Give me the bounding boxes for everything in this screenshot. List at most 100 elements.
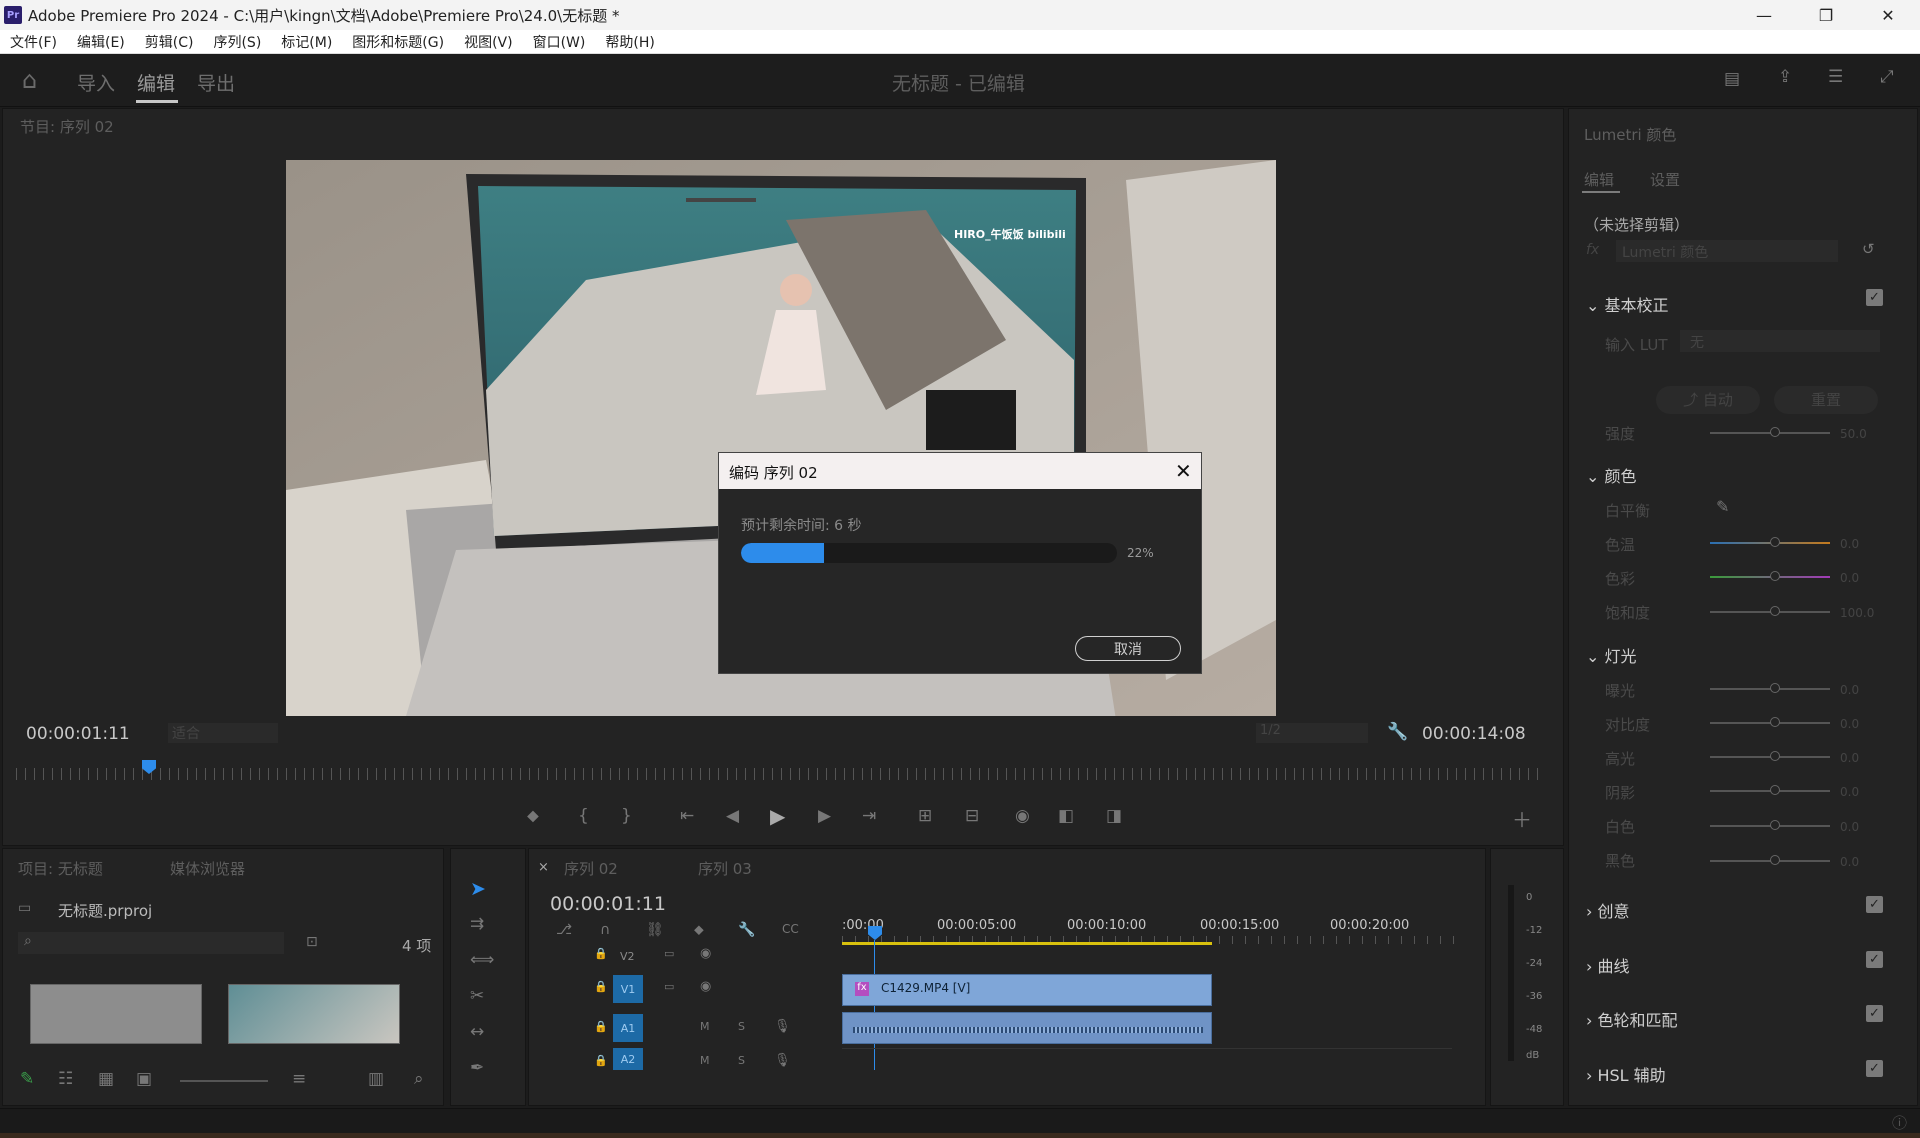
curves-section[interactable]: › 曲线 [1586,953,1630,977]
lock-a1-icon[interactable]: 🔒 [594,1020,608,1033]
menu-help[interactable]: 帮助(H) [605,32,654,52]
play-icon[interactable]: ▶ [770,804,785,828]
hsl-section[interactable]: › HSL 辅助 [1586,1062,1666,1086]
step-forward-icon[interactable]: ▶ [818,806,831,826]
share-icon[interactable]: ⇪ [1778,67,1792,87]
light-section[interactable]: ⌄ 灯光 [1586,643,1637,667]
tab-sequence-02[interactable]: 序列 02 [564,858,618,879]
add-marker-icon[interactable]: ⬥ [527,806,539,826]
captions-icon[interactable]: CC [782,922,799,936]
menu-markers[interactable]: 标记(M) [281,32,332,52]
menu-edit[interactable]: 编辑(E) [77,32,125,52]
close-window-button[interactable]: ✕ [1858,0,1918,30]
eye-v2-icon[interactable]: ◉ [700,946,711,961]
camera-icon[interactable]: ◉ [1015,806,1030,826]
pencil-icon[interactable]: ✎ [20,1069,34,1089]
menu-view[interactable]: 视图(V) [464,32,513,52]
find-icon[interactable]: ⌕ [414,1069,424,1089]
effect-dropdown[interactable]: Lumetri 颜色 [1616,240,1838,262]
step-back-icon[interactable]: ◀ [726,806,739,826]
menu-window[interactable]: 窗口(W) [533,32,586,52]
lock-v1-icon[interactable]: 🔒 [594,980,608,993]
cancel-button[interactable]: 取消 [1075,636,1181,661]
project-search-input[interactable] [18,932,284,954]
info-icon[interactable]: ⓘ [1892,1112,1907,1133]
blacks-value[interactable]: 0.0 [1840,855,1859,869]
reset-button[interactable]: 重置 [1774,386,1878,414]
new-bin-icon[interactable]: ⊡ [306,934,318,950]
slip-tool-icon[interactable]: ↔ [470,1022,484,1042]
curves-checkbox[interactable]: ✓ [1866,951,1883,968]
contrast-value[interactable]: 0.0 [1840,717,1859,731]
mark-in-icon[interactable]: { [578,806,589,826]
multi-camera-icon[interactable]: ◨ [1106,806,1122,826]
exposure-value[interactable]: 0.0 [1840,683,1859,697]
sync-v2-icon[interactable]: ▭ [664,947,674,960]
timeline-current-time[interactable]: 00:00:01:11 [550,893,666,915]
color-wheels-section[interactable]: › 色轮和匹配 [1586,1007,1678,1031]
lumetri-tab-edit[interactable]: 编辑 [1584,169,1614,190]
track-label-v1[interactable]: V1 [613,975,643,1003]
reset-effect-icon[interactable]: ↺ [1862,240,1875,258]
mute-a2-icon[interactable]: M [700,1054,710,1067]
lut-dropdown[interactable]: 无 [1680,330,1880,352]
color-section[interactable]: ⌄ 颜色 [1586,463,1637,487]
tab-project[interactable]: 项目: 无标题 [18,858,103,879]
lumetri-tab-settings[interactable]: 设置 [1650,169,1680,190]
solo-a2-icon[interactable]: S [738,1054,745,1067]
linked-selection-icon[interactable]: ⛓ [646,922,664,938]
highlights-knob[interactable] [1770,751,1780,761]
intensity-value[interactable]: 50.0 [1840,427,1867,441]
extract-icon[interactable]: ⊟ [965,806,979,826]
work-area-bar[interactable] [842,942,1212,945]
automate-icon[interactable]: ▥ [368,1069,384,1089]
track-label-a2[interactable]: A2 [613,1048,643,1070]
nest-icon[interactable]: ⎇ [556,922,572,938]
eye-v1-icon[interactable]: ◉ [700,979,711,994]
sort-icon[interactable]: ≡ [292,1069,306,1089]
saturation-value[interactable]: 100.0 [1840,606,1874,620]
close-tab-icon[interactable]: × [538,860,549,875]
color-wheels-checkbox[interactable]: ✓ [1866,1005,1883,1022]
go-to-out-icon[interactable]: ⇥ [862,806,876,826]
creative-checkbox[interactable]: ✓ [1866,896,1883,913]
monitor-ruler[interactable] [16,768,1546,780]
blacks-knob[interactable] [1770,855,1780,865]
track-select-tool-icon[interactable]: ⇉ [470,914,484,934]
mark-out-icon[interactable]: } [621,806,632,826]
saturation-knob[interactable] [1770,606,1780,616]
audio-clip[interactable] [842,1012,1212,1044]
eyedropper-icon[interactable]: ✎ [1716,497,1729,516]
razor-tool-icon[interactable]: ✂ [470,986,484,1006]
menu-sequence[interactable]: 序列(S) [213,32,261,52]
resolution-dropdown[interactable]: 1/2 [1256,723,1368,743]
snap-icon[interactable]: ∩ [600,922,610,938]
highlights-value[interactable]: 0.0 [1840,751,1859,765]
mute-a1-icon[interactable]: M [700,1020,710,1033]
creative-section[interactable]: › 创意 [1586,898,1630,922]
shadows-value[interactable]: 0.0 [1840,785,1859,799]
exposure-knob[interactable] [1770,683,1780,693]
track-label-a1[interactable]: A1 [613,1014,643,1042]
workspaces-icon[interactable]: ▤ [1724,69,1740,89]
go-to-in-icon[interactable]: ⇤ [680,806,694,826]
temperature-value[interactable]: 0.0 [1840,537,1859,551]
mic-a2-icon[interactable]: 🎙 [774,1053,791,1068]
tab-import[interactable]: 导入 [77,69,115,96]
mic-a1-icon[interactable]: 🎙 [774,1019,791,1034]
minimize-button[interactable]: — [1734,0,1794,30]
menu-graphics[interactable]: 图形和标题(G) [352,32,444,52]
menu-clip[interactable]: 剪辑(C) [145,32,194,52]
timeline-settings-icon[interactable]: 🔧 [738,922,755,938]
restore-button[interactable]: ❐ [1796,0,1856,30]
fullscreen-icon[interactable]: ⤢ [1880,67,1894,87]
intensity-knob[interactable] [1770,427,1780,437]
lock-v2-icon[interactable]: 🔒 [594,947,608,960]
menu-file[interactable]: 文件(F) [10,32,57,52]
track-label-v2[interactable]: V2 [620,950,635,963]
tab-sequence-03[interactable]: 序列 03 [698,858,752,879]
tab-edit[interactable]: 编辑 [137,69,175,96]
dialog-close-icon[interactable]: ✕ [1175,459,1192,483]
media-thumbnail-1[interactable] [30,984,202,1044]
icon-view-icon[interactable]: ▦ [98,1069,114,1089]
